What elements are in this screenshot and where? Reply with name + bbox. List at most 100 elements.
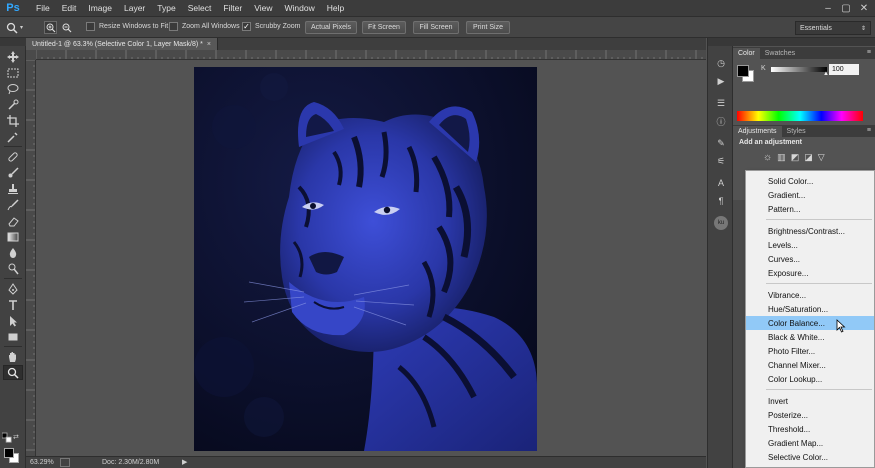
actual-pixels-button[interactable]: Actual Pixels xyxy=(305,21,357,34)
menu-item-gradient-map[interactable]: Gradient Map... xyxy=(746,436,874,450)
color-panel-foreground[interactable] xyxy=(737,65,749,77)
zoom-tool[interactable] xyxy=(3,365,23,380)
menu-item-color-lookup[interactable]: Color Lookup... xyxy=(746,372,874,386)
zoom-in-button[interactable] xyxy=(44,21,57,34)
ruler-origin[interactable] xyxy=(26,50,36,60)
canvas-area[interactable] xyxy=(36,60,706,456)
menu-file[interactable]: File xyxy=(30,0,56,16)
play-arrow-icon[interactable]: ▶ xyxy=(182,458,187,466)
menu-item-invert[interactable]: Invert xyxy=(746,394,874,408)
panel-menu-icon[interactable]: ≡ xyxy=(867,127,871,134)
menu-item-posterize[interactable]: Posterize... xyxy=(746,408,874,422)
info-icon[interactable]: ⓘ xyxy=(714,114,728,128)
blur-tool[interactable] xyxy=(3,245,23,260)
lasso-tool[interactable] xyxy=(3,81,23,96)
exposure-icon[interactable]: ◪ xyxy=(804,152,813,163)
menu-item-threshold[interactable]: Threshold... xyxy=(746,422,874,436)
menu-help[interactable]: Help xyxy=(321,0,350,16)
restore-icon[interactable]: ▢ xyxy=(837,0,855,16)
menu-image[interactable]: Image xyxy=(82,0,118,16)
actions-play-icon[interactable]: ▶ xyxy=(714,74,728,88)
menu-filter[interactable]: Filter xyxy=(217,0,248,16)
print-size-button[interactable]: Print Size xyxy=(466,21,510,34)
horizontal-ruler[interactable] xyxy=(36,50,706,60)
menu-item-black-white[interactable]: Black & White... xyxy=(746,330,874,344)
rectangle-tool[interactable] xyxy=(3,329,23,344)
vertical-ruler[interactable] xyxy=(26,60,36,456)
menu-item-solid-color[interactable]: Solid Color... xyxy=(746,174,874,188)
status-icon[interactable] xyxy=(60,458,70,467)
menu-item-vibrance[interactable]: Vibrance... xyxy=(746,288,874,302)
swap-colors-icon[interactable]: ⇄ xyxy=(13,433,23,441)
brightness-icon[interactable]: ☼ xyxy=(763,152,772,163)
menu-select[interactable]: Select xyxy=(182,0,218,16)
tool-preset-picker[interactable]: ▾ xyxy=(6,20,40,35)
scrubby-zoom-checkbox[interactable]: ✓ Scrubby Zoom xyxy=(242,22,301,31)
move-tool[interactable] xyxy=(3,49,23,64)
menu-item-gradient[interactable]: Gradient... xyxy=(746,188,874,202)
zoom-level[interactable]: 63.29% xyxy=(30,459,54,466)
paragraph-icon[interactable]: ¶ xyxy=(714,194,728,208)
panels-grip[interactable] xyxy=(733,38,875,46)
document-tab[interactable]: Untitled-1 @ 63.3% (Selective Color 1, L… xyxy=(26,38,218,50)
fit-screen-button[interactable]: Fit Screen xyxy=(362,21,406,34)
tab-styles[interactable]: Styles xyxy=(782,126,811,137)
pen-tool[interactable] xyxy=(3,281,23,296)
gradient-tool[interactable] xyxy=(3,229,23,244)
menu-item-brightness-contrast[interactable]: Brightness/Contrast... xyxy=(746,224,874,238)
document-canvas[interactable] xyxy=(194,67,537,451)
menu-edit[interactable]: Edit xyxy=(56,0,83,16)
kuler-icon[interactable]: ku xyxy=(714,216,728,230)
color-spectrum[interactable] xyxy=(737,111,863,121)
tab-adjustments[interactable]: Adjustments xyxy=(733,126,782,137)
zoom-all-windows-checkbox[interactable]: Zoom All Windows xyxy=(169,22,240,31)
menu-item-channel-mixer[interactable]: Channel Mixer... xyxy=(746,358,874,372)
panel-menu-icon[interactable]: ≡ xyxy=(867,49,871,56)
menu-item-photo-filter[interactable]: Photo Filter... xyxy=(746,344,874,358)
dodge-tool[interactable] xyxy=(3,261,23,276)
menu-layer[interactable]: Layer xyxy=(118,0,151,16)
resize-windows-checkbox[interactable]: Resize Windows to Fit xyxy=(86,22,168,31)
workspace-select[interactable]: Essentials ⇕ xyxy=(795,21,871,35)
eyedropper-tool[interactable] xyxy=(3,129,23,144)
foreground-color-swatch[interactable] xyxy=(4,448,14,458)
hand-tool[interactable] xyxy=(3,349,23,364)
brush-tool[interactable] xyxy=(3,165,23,180)
menu-item-color-balance[interactable]: Color Balance... xyxy=(746,316,874,330)
levels-icon[interactable]: ▥ xyxy=(777,152,786,163)
history-icon[interactable]: ◷ xyxy=(714,56,728,70)
vibrance-icon[interactable]: ▽ xyxy=(818,152,825,163)
menu-item-hue-saturation[interactable]: Hue/Saturation... xyxy=(746,302,874,316)
healing-brush-tool[interactable] xyxy=(3,149,23,164)
menu-view[interactable]: View xyxy=(248,0,278,16)
clone-stamp-tool[interactable] xyxy=(3,181,23,196)
minimize-icon[interactable]: – xyxy=(819,0,837,16)
menu-item-curves[interactable]: Curves... xyxy=(746,252,874,266)
type-tool[interactable] xyxy=(3,297,23,312)
zoom-out-button[interactable] xyxy=(60,21,73,34)
menu-window[interactable]: Window xyxy=(278,0,320,16)
history-brush-tool[interactable] xyxy=(3,197,23,212)
curves-icon[interactable]: ◩ xyxy=(791,152,800,163)
tab-swatches[interactable]: Swatches xyxy=(760,48,800,59)
menu-item-pattern[interactable]: Pattern... xyxy=(746,202,874,216)
character-icon[interactable]: A xyxy=(714,176,728,190)
k-value-input[interactable]: 100 xyxy=(829,64,859,75)
k-channel-slider[interactable] xyxy=(771,67,827,72)
menu-item-exposure[interactable]: Exposure... xyxy=(746,266,874,280)
quick-select-tool[interactable] xyxy=(3,97,23,112)
menu-item-levels[interactable]: Levels... xyxy=(746,238,874,252)
brush-panel-icon[interactable]: ⚟ xyxy=(714,154,728,168)
fill-screen-button[interactable]: Fill Screen xyxy=(413,21,459,34)
properties-icon[interactable]: ☰ xyxy=(714,96,728,110)
brush-presets-icon[interactable]: ✎ xyxy=(714,136,728,150)
close-window-icon[interactable]: ✕ xyxy=(855,0,873,16)
dock-grip[interactable] xyxy=(708,38,734,46)
close-tab-icon[interactable]: × xyxy=(207,41,211,48)
tab-color[interactable]: Color xyxy=(733,48,760,59)
eraser-tool[interactable] xyxy=(3,213,23,228)
marquee-tool[interactable] xyxy=(3,65,23,80)
default-colors-icon[interactable] xyxy=(2,432,12,443)
toolbar-grip[interactable] xyxy=(0,38,26,46)
crop-tool[interactable] xyxy=(3,113,23,128)
